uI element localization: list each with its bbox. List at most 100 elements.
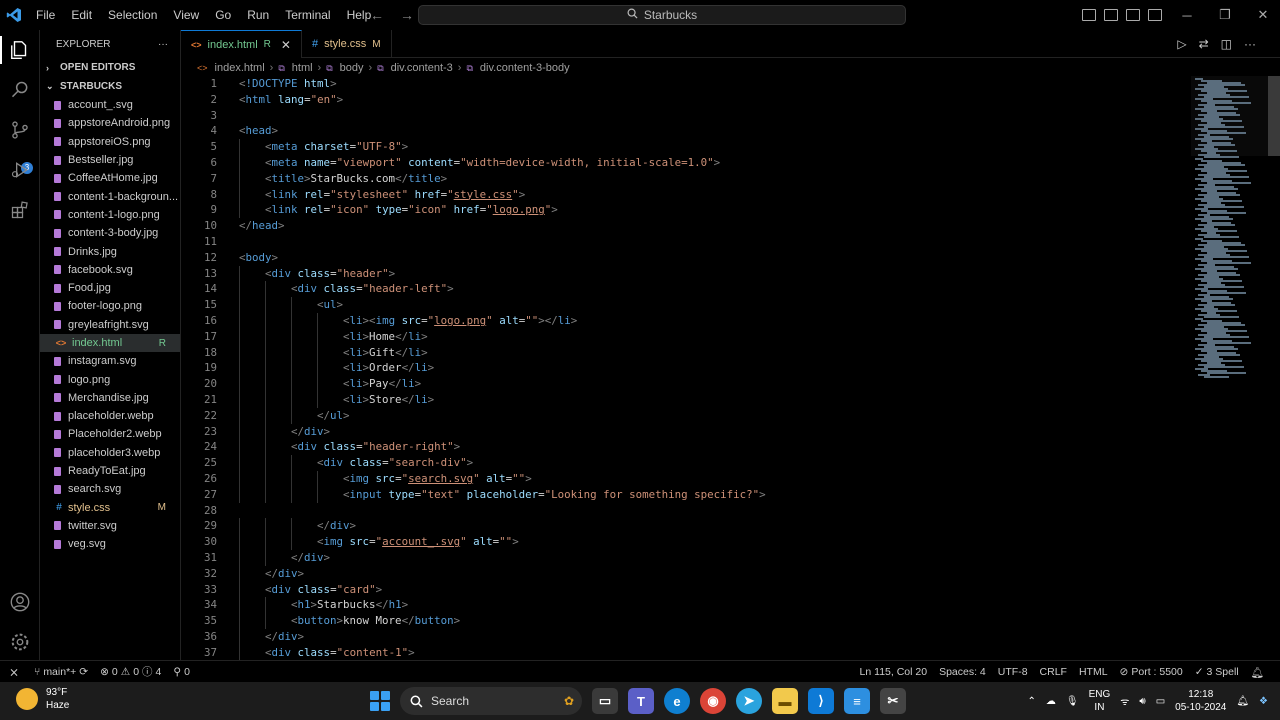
clock[interactable]: 12:18 05-10-2024 <box>1175 688 1226 714</box>
breadcrumb-content-3-body[interactable]: div.content-3-body <box>480 62 570 74</box>
code-line[interactable]: 18 <li>Gift</li> <box>181 344 1191 361</box>
copilot-icon[interactable]: ❖ <box>1259 696 1268 707</box>
code-line[interactable]: 6 <meta name="viewport" content="width=de… <box>181 155 1191 171</box>
code-line[interactable]: 13 <div class="header"> <box>181 265 1191 282</box>
menu-selection[interactable]: Selection <box>100 0 165 30</box>
cursor-position[interactable]: Ln 115, Col 20 <box>854 666 934 678</box>
menu-terminal[interactable]: Terminal <box>277 0 338 30</box>
weather-widget[interactable]: 93°F Haze <box>16 686 69 712</box>
project-section[interactable]: ⌄ STARBUCKS <box>40 77 180 96</box>
indentation[interactable]: Spaces: 4 <box>933 666 992 678</box>
code-line[interactable]: 3 <box>181 108 1191 124</box>
language-indicator[interactable]: ENG IN <box>1089 688 1111 714</box>
file-item[interactable]: content-1-backgroun... <box>40 187 180 205</box>
file-item[interactable]: ReadyToEat.jpg <box>40 462 180 480</box>
restore-icon[interactable]: ❐ <box>1206 7 1244 23</box>
code-line[interactable]: 37 <div class="content-1"> <box>181 644 1191 660</box>
code-line[interactable]: 25 <div class="search-div"> <box>181 455 1191 471</box>
file-item[interactable]: Drinks.jpg <box>40 242 180 260</box>
breadcrumb-body[interactable]: body <box>340 62 364 74</box>
code-line[interactable]: 30 <img src="account_.svg" alt=""> <box>181 534 1191 550</box>
file-item[interactable]: # style.css M <box>40 499 180 517</box>
code-line[interactable]: 2 <html lang="en"> <box>181 92 1191 108</box>
file-item[interactable]: account_.svg <box>40 96 180 114</box>
code-editor[interactable]: 1 <!DOCTYPE html> 2 <html lang="en"> 3 4 <head… <box>181 76 1191 660</box>
run-icon[interactable]: ▷ <box>1177 37 1186 51</box>
onedrive-icon[interactable]: ☁ <box>1046 696 1056 707</box>
code-line[interactable]: 20 <li>Pay</li> <box>181 376 1191 392</box>
code-line[interactable]: 29 </div> <box>181 518 1191 535</box>
run-debug-icon[interactable] <box>8 158 32 182</box>
code-line[interactable]: 16 <li><img src="logo.png" alt=""></li> <box>181 313 1191 329</box>
code-line[interactable]: 4 <head> <box>181 123 1191 139</box>
extensions-icon[interactable] <box>8 198 32 222</box>
file-item[interactable]: appstoreAndroid.png <box>40 114 180 132</box>
breadcrumb-content-3[interactable]: div.content-3 <box>391 62 453 74</box>
code-line[interactable]: 11 <box>181 234 1191 250</box>
encoding[interactable]: UTF-8 <box>992 666 1034 678</box>
account-icon[interactable] <box>8 590 32 614</box>
file-item[interactable]: <> index.html R <box>40 333 180 353</box>
split-editor-icon[interactable]: ◫ <box>1221 37 1232 51</box>
teams-icon[interactable]: T <box>628 688 654 714</box>
menu-file[interactable]: File <box>28 0 63 30</box>
edge-icon[interactable]: e <box>664 688 690 714</box>
file-item[interactable]: Food.jpg <box>40 279 180 297</box>
chrome-icon[interactable]: ◉ <box>700 688 726 714</box>
minimize-icon[interactable]: ─ <box>1168 8 1206 23</box>
close-tab-icon[interactable]: ✕ <box>281 38 291 52</box>
snipping-tool-icon[interactable]: ✂ <box>880 688 906 714</box>
code-line[interactable]: 17 <li>Home</li> <box>181 328 1191 345</box>
code-line[interactable]: 32 </div> <box>181 565 1191 582</box>
file-item[interactable]: Placeholder2.webp <box>40 425 180 443</box>
file-item[interactable]: greyleafright.svg <box>40 316 180 334</box>
file-item[interactable]: placeholder3.webp <box>40 444 180 462</box>
telegram-icon[interactable]: ➤ <box>736 688 762 714</box>
remote-icon[interactable]: ⨯ <box>0 661 28 683</box>
menu-view[interactable]: View <box>165 0 207 30</box>
task-view-icon[interactable]: ▭ <box>592 688 618 714</box>
vscode-taskbar-icon[interactable]: ⟩ <box>808 688 834 714</box>
file-item[interactable]: content-1-logo.png <box>40 206 180 224</box>
toggle-secondary-sidebar-icon[interactable] <box>1126 9 1140 21</box>
notepad-icon[interactable]: ≡ <box>844 688 870 714</box>
taskbar-search[interactable]: Search ✿ <box>400 687 582 715</box>
file-item[interactable]: facebook.svg <box>40 261 180 279</box>
notifications-icon[interactable]: 🔔︎ <box>1245 666 1270 679</box>
file-item[interactable]: twitter.svg <box>40 517 180 535</box>
code-line[interactable]: 28 <box>181 503 1191 519</box>
source-control-icon[interactable] <box>8 118 32 142</box>
file-item[interactable]: logo.png <box>40 370 180 388</box>
toggle-panel-icon[interactable] <box>1104 9 1118 21</box>
code-line[interactable]: 7 <title>StarBucks.com</title> <box>181 170 1191 187</box>
file-item[interactable]: placeholder.webp <box>40 407 180 425</box>
code-line[interactable]: 36 </div> <box>181 629 1191 645</box>
file-explorer-icon[interactable]: ▬ <box>772 688 798 714</box>
file-item[interactable]: footer-logo.png <box>40 297 180 315</box>
code-line[interactable]: 26 <img src="search.svg" alt=""> <box>181 471 1191 487</box>
menu-edit[interactable]: Edit <box>63 0 100 30</box>
branch-status[interactable]: ⑂ main*+ ⟳ <box>28 666 94 678</box>
code-line[interactable]: 1 <!DOCTYPE html> <box>181 76 1191 92</box>
file-item[interactable]: Bestseller.jpg <box>40 151 180 169</box>
live-server-status[interactable]: ⊘ Port : 5500 <box>1114 666 1189 678</box>
forward-arrow-icon[interactable]: → <box>400 7 414 23</box>
ports-status[interactable]: ⚲ 0 <box>167 666 196 678</box>
code-line[interactable]: 5 <meta charset="UTF-8"> <box>181 139 1191 155</box>
editor-scrollbar[interactable] <box>1268 76 1280 156</box>
tab-index-html[interactable]: <> index.html R ✕ <box>181 30 302 58</box>
volume-icon[interactable]: 🔊︎ <box>1139 696 1145 707</box>
code-line[interactable]: 23 </div> <box>181 423 1191 440</box>
customize-layout-icon[interactable] <box>1148 9 1162 21</box>
chevron-up-icon[interactable]: ⌃ <box>1028 696 1036 707</box>
menu-go[interactable]: Go <box>207 0 239 30</box>
code-line[interactable]: 31 </div> <box>181 550 1191 566</box>
microphone-icon[interactable]: 🎙︎ <box>1066 696 1079 707</box>
minimap[interactable] <box>1191 76 1280 660</box>
file-item[interactable]: search.svg <box>40 480 180 498</box>
search-activity-icon[interactable] <box>8 78 32 102</box>
open-changes-icon[interactable]: ⇄ <box>1199 37 1209 51</box>
code-line[interactable]: 33 <div class="card"> <box>181 581 1191 598</box>
file-item[interactable]: Merchandise.jpg <box>40 389 180 407</box>
open-editors-section[interactable]: › OPEN EDITORS <box>40 58 180 77</box>
